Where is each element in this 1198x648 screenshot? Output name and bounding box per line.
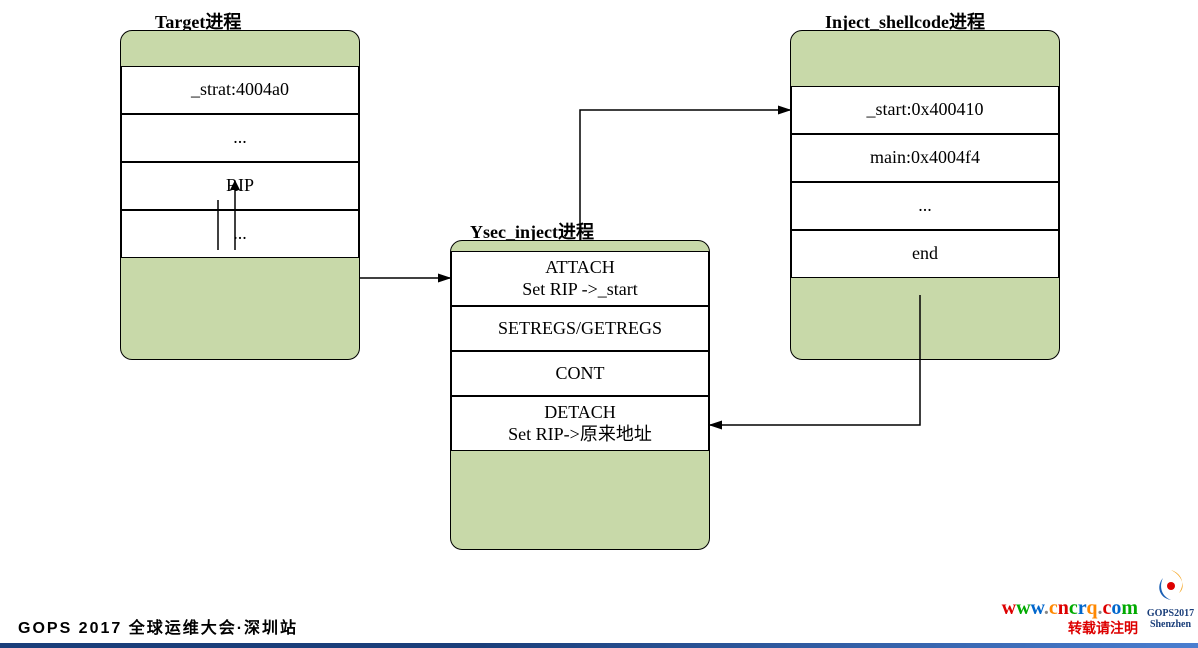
logo: GOPS2017 Shenzhen <box>1143 568 1198 630</box>
target-cell-1: ... <box>121 114 359 162</box>
inject-cell-1: main:0x4004f4 <box>791 134 1059 182</box>
footer-text: GOPS 2017 全球运维大会·深圳站 <box>18 614 298 638</box>
target-box: _strat:4004a0 ... RIP ... <box>120 30 360 360</box>
watermark-note: 转载请注明 <box>1068 618 1138 638</box>
ysec-cell-1: SETREGS/GETREGS <box>451 306 709 351</box>
inject-box: _start:0x400410 main:0x4004f4 ... end <box>790 30 1060 360</box>
logo-text-1: GOPS2017 <box>1143 608 1198 619</box>
ysec-cell-3: DETACHSet RIP->原来地址 <box>451 396 709 451</box>
inject-cell-2: ... <box>791 182 1059 230</box>
watermark-url: www.cncrq.com <box>1002 597 1138 620</box>
inject-cell-0: _start:0x400410 <box>791 86 1059 134</box>
inject-cell-3: end <box>791 230 1059 278</box>
footer-line <box>0 643 1198 648</box>
ysec-cell-0: ATTACHSet RIP ->_start <box>451 251 709 306</box>
target-cell-2: RIP <box>121 162 359 210</box>
target-cell-3: ... <box>121 210 359 258</box>
target-cell-0: _strat:4004a0 <box>121 66 359 114</box>
logo-icon <box>1151 568 1191 603</box>
ysec-cell-2: CONT <box>451 351 709 396</box>
ysec-box: ATTACHSet RIP ->_start SETREGS/GETREGS C… <box>450 240 710 550</box>
logo-text-2: Shenzhen <box>1143 619 1198 630</box>
